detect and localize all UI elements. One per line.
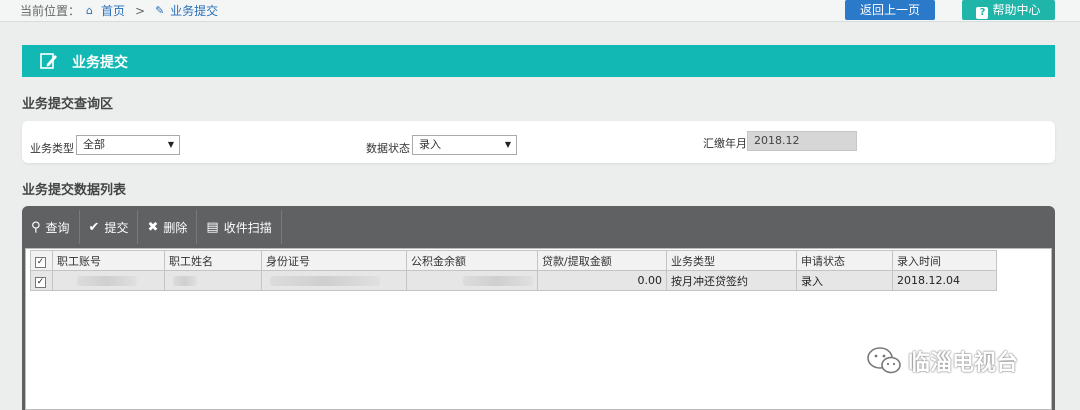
submit-button-label: 提交 xyxy=(104,220,129,235)
chevron-down-icon: ▼ xyxy=(504,140,511,149)
chevron-down-icon: ▼ xyxy=(167,140,174,149)
business-type-value: 全部 xyxy=(83,138,105,151)
search-icon: ⚲ xyxy=(31,219,41,235)
folder-icon: ▤ xyxy=(206,219,219,235)
watermark-text: 临淄电视台 xyxy=(908,351,1019,376)
pay-month-field[interactable]: 2018.12 xyxy=(747,131,857,151)
redacted-value xyxy=(270,276,380,286)
business-type-cell: 按月冲还贷签约 xyxy=(666,270,797,291)
redacted-value xyxy=(463,276,533,286)
amount-cell: 0.00 xyxy=(537,270,667,291)
data-status-select[interactable]: 录入 ▼ xyxy=(412,135,517,155)
delete-button-label: 删除 xyxy=(163,220,188,235)
page-title: 业务提交 xyxy=(72,55,128,71)
wechat-logo-icon xyxy=(867,347,901,374)
select-all-cell: ✓ xyxy=(30,250,53,271)
help-center-label: 帮助中心 xyxy=(992,3,1041,17)
breadcrumb: 当前位置： ⌂ 首页 > ✎ 业务提交 xyxy=(20,2,218,19)
redacted-value xyxy=(77,276,137,286)
redacted-value xyxy=(173,276,197,286)
data-list-panel: ⚲ 查询 ✔ 提交 ✖ 删除 ▤ 收件扫描 ✓ 职工账号 职工姓名 身份证号 公… xyxy=(22,206,1055,410)
query-panel: 业务类型 全部 ▼ 数据状态 录入 ▼ 汇缴年月 2018.12 xyxy=(22,121,1055,163)
top-bar: 当前位置： ⌂ 首页 > ✎ 业务提交 返回上一页 ? 帮助中心 xyxy=(0,0,1080,22)
id-number-cell xyxy=(261,270,407,291)
list-section-title: 业务提交数据列表 xyxy=(22,183,127,198)
column-header[interactable]: 职工姓名 xyxy=(164,250,262,271)
table-header-row: ✓ 职工账号 职工姓名 身份证号 公积金余额 贷款/提取金额 业务类型 申请状态… xyxy=(30,250,997,271)
check-icon: ✔ xyxy=(88,219,100,235)
breadcrumb-current[interactable]: 业务提交 xyxy=(170,2,218,19)
help-icon: ? xyxy=(976,7,989,19)
business-type-label: 业务类型 xyxy=(30,142,74,155)
breadcrumb-prefix: 当前位置： xyxy=(20,4,81,18)
business-type-select[interactable]: 全部 ▼ xyxy=(76,135,180,155)
breadcrumb-home-link[interactable]: 首页 xyxy=(101,2,125,19)
scan-button[interactable]: ▤ 收件扫描 xyxy=(197,210,282,244)
edit-document-icon xyxy=(40,53,57,69)
help-center-button[interactable]: ? 帮助中心 xyxy=(962,0,1055,20)
row-checkbox[interactable]: ✓ xyxy=(35,276,46,288)
data-status-label: 数据状态 xyxy=(366,142,410,155)
table-row[interactable]: ✓ 0.00 按月冲还贷签约 录入 2018.12.04 xyxy=(30,270,997,291)
back-button[interactable]: 返回上一页 xyxy=(845,0,935,20)
column-header[interactable]: 申请状态 xyxy=(796,250,893,271)
column-header[interactable]: 身份证号 xyxy=(261,250,407,271)
column-header[interactable]: 公积金余额 xyxy=(406,250,538,271)
close-icon: ✖ xyxy=(147,219,159,235)
query-button[interactable]: ⚲ 查询 xyxy=(22,210,80,244)
select-all-checkbox[interactable]: ✓ xyxy=(35,256,46,268)
entry-time-cell: 2018.12.04 xyxy=(892,270,997,291)
status-cell: 录入 xyxy=(796,270,893,291)
page-banner: 业务提交 xyxy=(22,45,1055,77)
submit-button[interactable]: ✔ 提交 xyxy=(80,210,139,244)
column-header[interactable]: 业务类型 xyxy=(666,250,797,271)
watermark: 临淄电视台 xyxy=(866,345,1018,377)
delete-button[interactable]: ✖ 删除 xyxy=(138,210,198,244)
column-header[interactable]: 职工账号 xyxy=(52,250,165,271)
query-section-title: 业务提交查询区 xyxy=(22,97,114,112)
name-cell xyxy=(164,270,262,291)
data-table: ✓ 职工账号 职工姓名 身份证号 公积金余额 贷款/提取金额 业务类型 申请状态… xyxy=(30,250,997,291)
account-cell xyxy=(52,270,165,291)
home-icon: ⌂ xyxy=(86,3,93,17)
data-status-value: 录入 xyxy=(419,138,441,151)
scan-button-label: 收件扫描 xyxy=(223,220,272,235)
balance-cell xyxy=(406,270,538,291)
row-select-cell: ✓ xyxy=(30,270,53,291)
column-header[interactable]: 录入时间 xyxy=(892,250,997,271)
data-grid: ✓ 职工账号 职工姓名 身份证号 公积金余额 贷款/提取金额 业务类型 申请状态… xyxy=(25,248,1052,410)
list-toolbar: ⚲ 查询 ✔ 提交 ✖ 删除 ▤ 收件扫描 xyxy=(22,210,282,244)
column-header[interactable]: 贷款/提取金额 xyxy=(537,250,667,271)
edit-icon: ✎ xyxy=(155,3,165,17)
pay-month-label: 汇缴年月 xyxy=(703,137,747,150)
breadcrumb-separator: > xyxy=(135,3,146,18)
query-button-label: 查询 xyxy=(45,220,70,235)
